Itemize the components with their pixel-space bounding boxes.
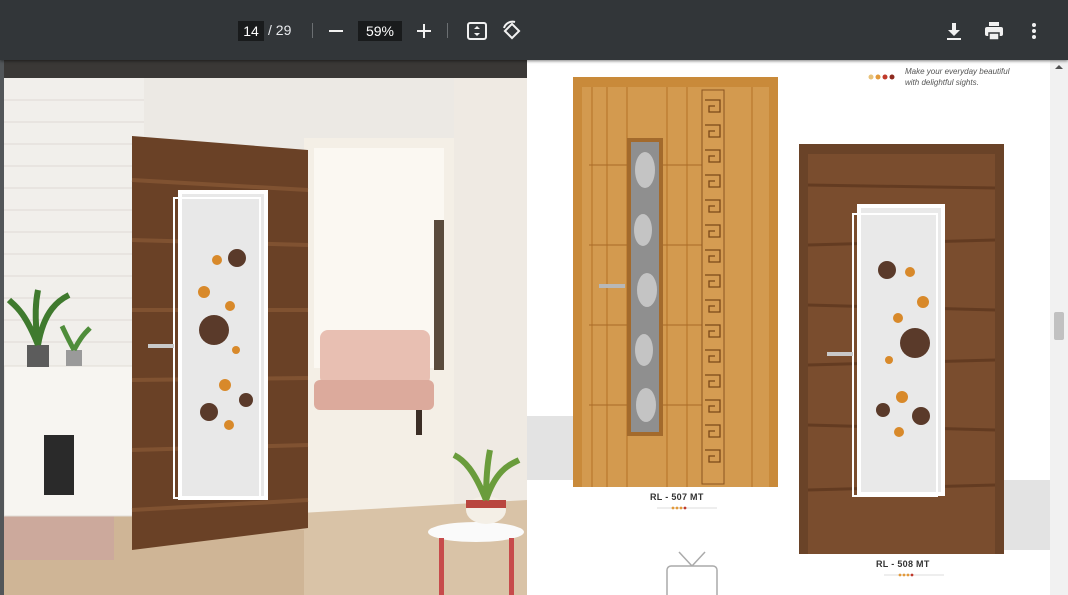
pdf-viewer[interactable]: Make your everyday beautiful with deligh…: [0, 60, 1051, 595]
tagline-line-2: with delightful sights.: [905, 78, 979, 87]
zoom-out-button[interactable]: [326, 20, 346, 42]
pdf-toolbar: 14 / 29 59%: [0, 0, 1068, 60]
page-number-input[interactable]: 14: [238, 21, 264, 41]
door-1-finish-dots: [657, 506, 717, 510]
scrollbar-thumb[interactable]: [1054, 312, 1064, 340]
download-button[interactable]: [942, 19, 966, 43]
zoom-input[interactable]: 59%: [358, 21, 402, 41]
scroll-up-arrow-icon[interactable]: [1050, 60, 1068, 74]
rotate-icon: [503, 20, 521, 40]
room-scene-photo: [4, 60, 527, 595]
door-2-finish-dots: [884, 573, 944, 577]
catalog-tagline: Make your everyday beautiful with deligh…: [905, 66, 1010, 88]
more-vert-icon: [1032, 23, 1036, 39]
door-catalog: [527, 60, 1051, 595]
fit-page-icon: [467, 22, 487, 40]
pdf-page: Make your everyday beautiful with deligh…: [4, 60, 1051, 595]
rotate-button[interactable]: [500, 19, 524, 43]
fit-page-button[interactable]: [465, 19, 489, 43]
toolbar-divider: [312, 23, 313, 38]
download-icon: [947, 23, 961, 40]
door-label-rl-508: RL - 508 MT: [876, 559, 930, 569]
door-label-rl-507: RL - 507 MT: [650, 492, 704, 502]
tagline-line-1: Make your everyday beautiful: [905, 67, 1010, 76]
zoom-in-button[interactable]: [414, 20, 434, 42]
print-icon: [985, 22, 1003, 41]
more-actions-button[interactable]: [1022, 19, 1046, 43]
minus-icon: [329, 30, 343, 32]
plus-icon: [417, 24, 431, 38]
page-total: / 29: [268, 22, 292, 38]
toolbar-divider: [447, 23, 448, 38]
print-button[interactable]: [982, 19, 1006, 43]
vertical-scrollbar[interactable]: [1050, 60, 1068, 595]
color-dots: [868, 74, 895, 80]
